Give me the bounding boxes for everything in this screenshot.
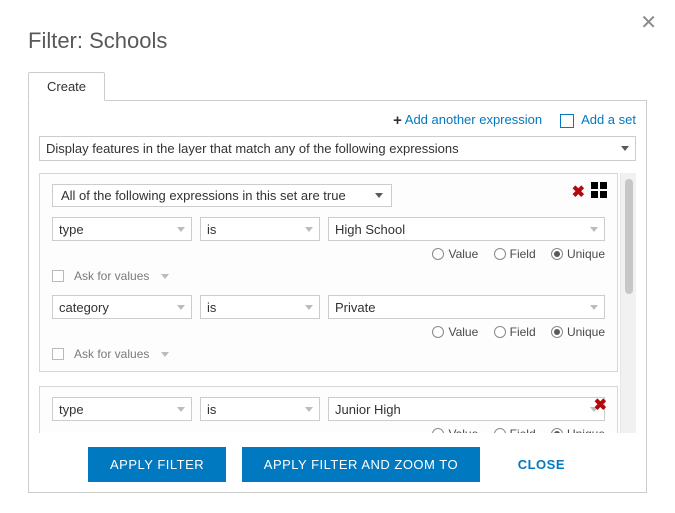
plus-icon: + <box>393 112 402 129</box>
ask-values-row[interactable]: Ask for values <box>52 269 605 283</box>
add-set-icon[interactable] <box>591 182 607 198</box>
operator-select[interactable]: is <box>200 217 320 241</box>
expressions-scroll: ✖ All of the following expressions in th… <box>39 173 636 433</box>
ask-checkbox[interactable] <box>52 270 64 282</box>
apply-filter-zoom-button[interactable]: APPLY FILTER AND ZOOM TO <box>242 447 480 482</box>
radio-icon <box>432 326 444 338</box>
radio-unique[interactable]: Unique <box>551 247 605 261</box>
match-mode-label: Display features in the layer that match… <box>46 141 459 156</box>
radio-icon <box>494 248 506 260</box>
expression-row: type is High School <box>52 217 605 241</box>
radio-unique[interactable]: Unique <box>551 427 605 433</box>
field-select[interactable]: type <box>52 217 192 241</box>
tab-strip: Create <box>28 72 647 101</box>
match-mode-select[interactable]: Display features in the layer that match… <box>39 136 636 161</box>
expression-row: type is Junior High <box>52 397 605 421</box>
filter-panel: + Add another expression Add a set Displ… <box>28 100 647 493</box>
value-source-row: Value Field Unique <box>52 323 605 345</box>
field-value: category <box>59 300 109 315</box>
radio-label: Unique <box>567 325 605 339</box>
radio-field[interactable]: Field <box>494 247 536 261</box>
filter-dialog: ✕ Filter: Schools Create + Add another e… <box>0 0 675 513</box>
apply-filter-button[interactable]: APPLY FILTER <box>88 447 226 482</box>
chevron-down-icon <box>161 352 169 357</box>
field-select[interactable]: category <box>52 295 192 319</box>
radio-label: Unique <box>567 247 605 261</box>
scrollbar[interactable] <box>620 173 636 433</box>
value-select[interactable]: Junior High <box>328 397 605 421</box>
add-expression-link[interactable]: Add another expression <box>405 112 542 127</box>
scroll-thumb[interactable] <box>625 179 633 294</box>
chevron-down-icon <box>177 305 185 310</box>
chevron-down-icon <box>590 227 598 232</box>
set-mode-select[interactable]: All of the following expressions in this… <box>52 184 392 207</box>
radio-icon <box>432 428 444 433</box>
expression-row: category is Private <box>52 295 605 319</box>
radio-label: Field <box>510 247 536 261</box>
radio-icon <box>494 428 506 433</box>
chevron-down-icon <box>177 227 185 232</box>
radio-label: Value <box>448 247 478 261</box>
radio-value[interactable]: Value <box>432 427 478 433</box>
dialog-footer: APPLY FILTER APPLY FILTER AND ZOOM TO CL… <box>39 447 636 482</box>
expression-set: ✖ All of the following expressions in th… <box>39 173 618 372</box>
top-links: + Add another expression Add a set <box>39 111 636 128</box>
radio-label: Value <box>448 427 478 433</box>
chevron-down-icon <box>177 407 185 412</box>
radio-unique[interactable]: Unique <box>551 325 605 339</box>
add-set-link[interactable]: Add a set <box>581 112 636 127</box>
operator-select[interactable]: is <box>200 295 320 319</box>
radio-label: Field <box>510 427 536 433</box>
field-select[interactable]: type <box>52 397 192 421</box>
radio-value[interactable]: Value <box>432 325 478 339</box>
value-text: Junior High <box>335 402 401 417</box>
delete-expression-icon[interactable]: ✖ <box>594 395 607 415</box>
expression-group: ✖ type is Junior High <box>39 386 618 433</box>
radio-icon <box>551 248 563 260</box>
operator-value: is <box>207 300 216 315</box>
value-text: High School <box>335 222 405 237</box>
field-value: type <box>59 222 84 237</box>
ask-values-row[interactable]: Ask for values <box>52 347 605 361</box>
ask-checkbox[interactable] <box>52 348 64 360</box>
operator-value: is <box>207 402 216 417</box>
operator-select[interactable]: is <box>200 397 320 421</box>
ask-label: Ask for values <box>74 269 149 283</box>
chevron-down-icon <box>375 193 383 198</box>
chevron-down-icon <box>305 227 313 232</box>
value-select[interactable]: Private <box>328 295 605 319</box>
chevron-down-icon <box>305 407 313 412</box>
delete-set-icon[interactable]: ✖ <box>572 182 585 202</box>
radio-field[interactable]: Field <box>494 427 536 433</box>
value-select[interactable]: High School <box>328 217 605 241</box>
radio-icon <box>551 326 563 338</box>
add-set-checkbox[interactable] <box>560 114 574 128</box>
value-text: Private <box>335 300 375 315</box>
radio-icon <box>494 326 506 338</box>
ask-label: Ask for values <box>74 347 149 361</box>
close-icon[interactable]: ✕ <box>640 10 657 35</box>
dialog-title: Filter: Schools <box>28 28 647 54</box>
chevron-down-icon <box>621 146 629 151</box>
chevron-down-icon <box>305 305 313 310</box>
radio-value[interactable]: Value <box>432 247 478 261</box>
set-mode-label: All of the following expressions in this… <box>61 188 346 203</box>
close-button[interactable]: CLOSE <box>496 447 587 482</box>
chevron-down-icon <box>161 274 169 279</box>
value-source-row: Value Field Unique <box>52 425 605 433</box>
operator-value: is <box>207 222 216 237</box>
tab-create[interactable]: Create <box>28 72 105 101</box>
field-value: type <box>59 402 84 417</box>
radio-label: Field <box>510 325 536 339</box>
radio-field[interactable]: Field <box>494 325 536 339</box>
radio-icon <box>551 428 563 433</box>
radio-label: Value <box>448 325 478 339</box>
chevron-down-icon <box>590 305 598 310</box>
value-source-row: Value Field Unique <box>52 245 605 267</box>
radio-icon <box>432 248 444 260</box>
radio-label: Unique <box>567 427 605 433</box>
